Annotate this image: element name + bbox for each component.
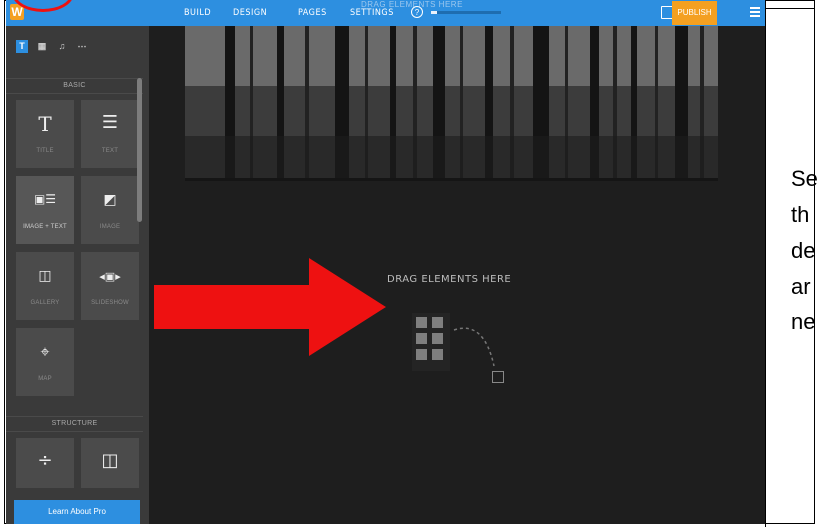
- image-icon: ◩: [103, 192, 117, 208]
- element-label: IMAGE: [99, 224, 121, 230]
- menu-icon[interactable]: [750, 7, 760, 19]
- annotation-line-3: de: [791, 238, 816, 263]
- element-columns[interactable]: ◫: [81, 438, 139, 488]
- slideshow-icon: ◂▣▸: [99, 270, 121, 283]
- element-slideshow[interactable]: ◂▣▸ SLIDESHOW: [81, 252, 139, 320]
- element-gallery[interactable]: ◫ GALLERY: [16, 252, 74, 320]
- element-label: MAP: [38, 376, 52, 382]
- learn-about-pro-button[interactable]: Learn About Pro: [14, 500, 140, 524]
- image-text-icon: ▣☰: [33, 192, 57, 206]
- column-divider: [765, 0, 766, 527]
- section-basic: BASIC: [6, 78, 143, 94]
- annotation-line-5: ne: [791, 309, 816, 334]
- table-rule: [766, 8, 815, 9]
- element-text[interactable]: ☰ TEXT: [81, 100, 139, 168]
- nav-settings[interactable]: SETTINGS: [350, 8, 394, 18]
- help-icon[interactable]: ?: [411, 6, 423, 18]
- tab-basic[interactable]: T: [16, 40, 28, 53]
- gallery-icon: ◫: [38, 268, 52, 284]
- publish-button[interactable]: PUBLISH: [672, 1, 717, 25]
- element-label: GALLERY: [30, 300, 60, 306]
- divider-icon: ÷: [37, 450, 53, 471]
- progress-bar: [431, 11, 501, 14]
- element-label: SLIDESHOW: [91, 300, 129, 306]
- tab-media[interactable]: ♫: [56, 40, 68, 53]
- element-map[interactable]: ⌖ MAP: [16, 328, 74, 396]
- drop-image-icon: [492, 371, 504, 383]
- nav-pages[interactable]: PAGES: [298, 8, 327, 18]
- element-image-text[interactable]: ▣☰ IMAGE + TEXT: [16, 176, 74, 244]
- header-image-forest[interactable]: [185, 26, 718, 181]
- sidebar-tabs: T ▦ ♫ ⋯: [6, 26, 149, 72]
- drag-path-icon: [453, 327, 495, 367]
- forest-image: [185, 26, 718, 178]
- progress-fill: [431, 11, 437, 14]
- text-icon: ☰: [101, 112, 119, 133]
- red-arrow-annotation: [154, 258, 386, 356]
- element-label: TEXT: [101, 148, 119, 154]
- map-pin-icon: ⌖: [40, 342, 50, 361]
- element-title[interactable]: T TITLE: [16, 100, 74, 168]
- nav-design[interactable]: DESIGN: [233, 8, 267, 18]
- dropzone-label: DRAG ELEMENTS HERE: [387, 274, 512, 285]
- annotation-line-4: ar: [791, 274, 811, 299]
- section-structure: STRUCTURE: [6, 416, 143, 432]
- tab-layout[interactable]: ▦: [36, 40, 48, 53]
- sidebar-scrollbar[interactable]: [137, 78, 142, 222]
- annotation-line-2: th: [791, 202, 810, 227]
- element-label: TITLE: [36, 148, 54, 154]
- element-label: IMAGE + TEXT: [23, 224, 67, 230]
- nav-build[interactable]: BUILD: [184, 8, 211, 18]
- weebly-editor-screenshot: W BUILD DESIGN PAGES SETTINGS DRAG ELEME…: [6, 0, 765, 524]
- drag-grid-icon: [412, 313, 450, 371]
- element-image[interactable]: ◩ IMAGE: [81, 176, 139, 244]
- annotation-line-1: Se: [791, 166, 817, 191]
- title-icon: T: [38, 112, 52, 136]
- columns-icon: ◫: [101, 450, 119, 471]
- element-divider[interactable]: ÷: [16, 438, 74, 488]
- top-bar: W BUILD DESIGN PAGES SETTINGS DRAG ELEME…: [6, 0, 765, 26]
- tab-more[interactable]: ⋯: [76, 40, 88, 53]
- elements-sidebar: T ▦ ♫ ⋯ BASIC T TITLE ☰ TEXT ▣☰ IMAGE + …: [6, 26, 149, 524]
